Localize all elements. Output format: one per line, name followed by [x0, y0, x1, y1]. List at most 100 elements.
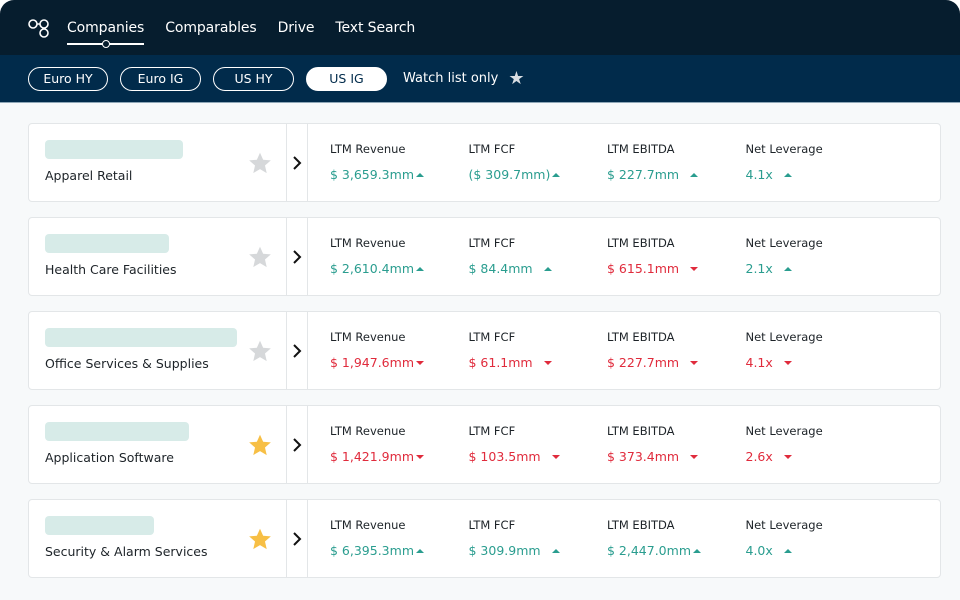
trend-up-icon [783, 266, 792, 271]
metric-column: LTM Revenue $ 2,610.4mm [330, 236, 469, 295]
metrics-group: LTM Revenue $ 1,421.9mm LTM FCF $ 103.5mm LT… [308, 406, 940, 483]
metrics-group: LTM Revenue $ 6,395.3mm LTM FCF $ 309.9mm LT… [308, 500, 940, 577]
main-nav: Companies Comparables Drive Text Search [67, 0, 415, 55]
filter-pill-euro-ig[interactable]: Euro IG [120, 66, 201, 91]
metric-column: LTM FCF $ 309.9mm [469, 518, 608, 577]
metric-value: 4.0x [746, 543, 885, 558]
metric-column: LTM FCF $ 103.5mm [469, 424, 608, 483]
metric-value: $ 309.9mm [469, 543, 608, 558]
metric-value: $ 2,610.4mm [330, 261, 469, 276]
metric-label: LTM Revenue [330, 236, 406, 250]
metric-column: LTM FCF $ 84.4mm [469, 236, 608, 295]
metric-value-text: $ 103.5mm [468, 449, 541, 464]
metric-value-text: 2.1x [745, 261, 773, 276]
nodes-logo-icon[interactable] [27, 17, 53, 39]
metric-value: 2.6x [746, 449, 885, 464]
trend-up-icon [690, 172, 699, 177]
filter-pill-us-ig[interactable]: US IG [306, 66, 387, 91]
metric-column: LTM EBITDA $ 615.1mm [607, 236, 746, 295]
metric-value-text: 4.0x [745, 543, 773, 558]
metric-label: LTM Revenue [330, 330, 406, 344]
trend-down-icon [690, 454, 699, 459]
sector-info: Security & Alarm Services [29, 500, 287, 577]
metric-label: LTM Revenue [330, 142, 406, 156]
metric-value-text: 2.6x [745, 449, 773, 464]
expand-chevron-icon[interactable] [287, 500, 308, 577]
metric-value: $ 615.1mm [607, 261, 746, 276]
expand-chevron-icon[interactable] [287, 406, 308, 483]
metric-label: LTM Revenue [330, 424, 406, 438]
expand-chevron-icon[interactable] [287, 124, 308, 201]
watchlist-star-icon[interactable] [247, 338, 273, 364]
metric-column: LTM Revenue $ 1,947.6mm [330, 330, 469, 389]
metric-value-text: $ 227.7mm [607, 355, 680, 370]
nav-companies[interactable]: Companies [67, 0, 145, 55]
expand-chevron-icon[interactable] [287, 218, 308, 295]
top-nav-bar: Companies Comparables Drive Text Search [0, 0, 960, 55]
metric-value: $ 84.4mm [469, 261, 608, 276]
metric-label: LTM FCF [468, 518, 516, 532]
metric-value-text: $ 2,447.0mm [607, 543, 691, 558]
metric-value: 2.1x [746, 261, 885, 276]
sector-card: Apparel Retail LTM Revenue $ 3,659.3mm LTM… [28, 123, 941, 202]
metric-value-text: $ 1,947.6mm [330, 355, 414, 370]
trend-up-icon [416, 266, 424, 271]
nav-text-search[interactable]: Text Search [335, 0, 415, 55]
metric-value: $ 373.4mm [607, 449, 746, 464]
metric-column: LTM EBITDA $ 373.4mm [607, 424, 746, 483]
metric-value-text: $ 309.9mm [468, 543, 541, 558]
redacted-name-bar [45, 234, 169, 253]
watch-list-toggle[interactable]: Watch list only ★ [403, 69, 524, 88]
metric-label: LTM EBITDA [607, 236, 675, 250]
metric-value: $ 1,947.6mm [330, 355, 469, 370]
metric-value: $ 1,421.9mm [330, 449, 469, 464]
trend-down-icon [551, 454, 560, 459]
filter-pill-euro-hy[interactable]: Euro HY [28, 66, 108, 91]
metric-column: Net Leverage 4.1x [746, 142, 885, 201]
metric-label: LTM EBITDA [607, 424, 675, 438]
trend-up-icon [543, 266, 552, 271]
filter-bar: Euro HY Euro IG US HY US IG Watch list o… [0, 55, 960, 103]
metric-value: $ 61.1mm [469, 355, 608, 370]
metric-column: LTM Revenue $ 3,659.3mm [330, 142, 469, 201]
metric-value-text: $ 84.4mm [468, 261, 533, 276]
trend-up-icon [416, 172, 424, 177]
metric-value: $ 6,395.3mm [330, 543, 469, 558]
watchlist-star-icon[interactable] [247, 244, 273, 270]
metric-value: $ 227.7mm [607, 167, 746, 182]
watchlist-star-icon[interactable] [247, 150, 273, 176]
trend-down-icon [543, 360, 552, 365]
metric-value-text: $ 2,610.4mm [330, 261, 414, 276]
metric-value: $ 103.5mm [469, 449, 608, 464]
metric-label: LTM FCF [468, 142, 516, 156]
metric-label: LTM FCF [468, 424, 516, 438]
filter-pill-us-hy[interactable]: US HY [213, 66, 294, 91]
metric-value-text: $ 227.7mm [607, 167, 680, 182]
trend-up-icon [783, 548, 792, 553]
sector-card: Office Services & Supplies LTM Revenue $ … [28, 311, 941, 390]
metric-value-text: $ 1,421.9mm [330, 449, 414, 464]
watchlist-star-icon[interactable] [247, 526, 273, 552]
metrics-group: LTM Revenue $ 2,610.4mm LTM FCF $ 84.4mm LTM… [308, 218, 940, 295]
metric-label: Net Leverage [745, 424, 823, 438]
metric-label: LTM FCF [468, 330, 516, 344]
star-icon[interactable]: ★ [508, 69, 524, 88]
trend-up-icon [416, 548, 424, 553]
expand-chevron-icon[interactable] [287, 312, 308, 389]
metric-label: Net Leverage [745, 142, 823, 156]
metric-column: Net Leverage 4.0x [746, 518, 885, 577]
metric-label: LTM EBITDA [607, 330, 675, 344]
watchlist-star-icon[interactable] [247, 432, 273, 458]
trend-up-icon [551, 548, 560, 553]
trend-down-icon [690, 266, 699, 271]
metric-label: Net Leverage [745, 518, 823, 532]
sector-info: Office Services & Supplies [29, 312, 287, 389]
metric-value: 4.1x [746, 167, 885, 182]
metric-value-text: ($ 309.7mm) [468, 167, 551, 182]
sector-info: Health Care Facilities [29, 218, 287, 295]
nav-comparables[interactable]: Comparables [165, 0, 256, 55]
trend-up-icon [783, 172, 792, 177]
metric-value-text: $ 6,395.3mm [330, 543, 414, 558]
redacted-name-bar [45, 516, 154, 535]
nav-drive[interactable]: Drive [278, 0, 315, 55]
